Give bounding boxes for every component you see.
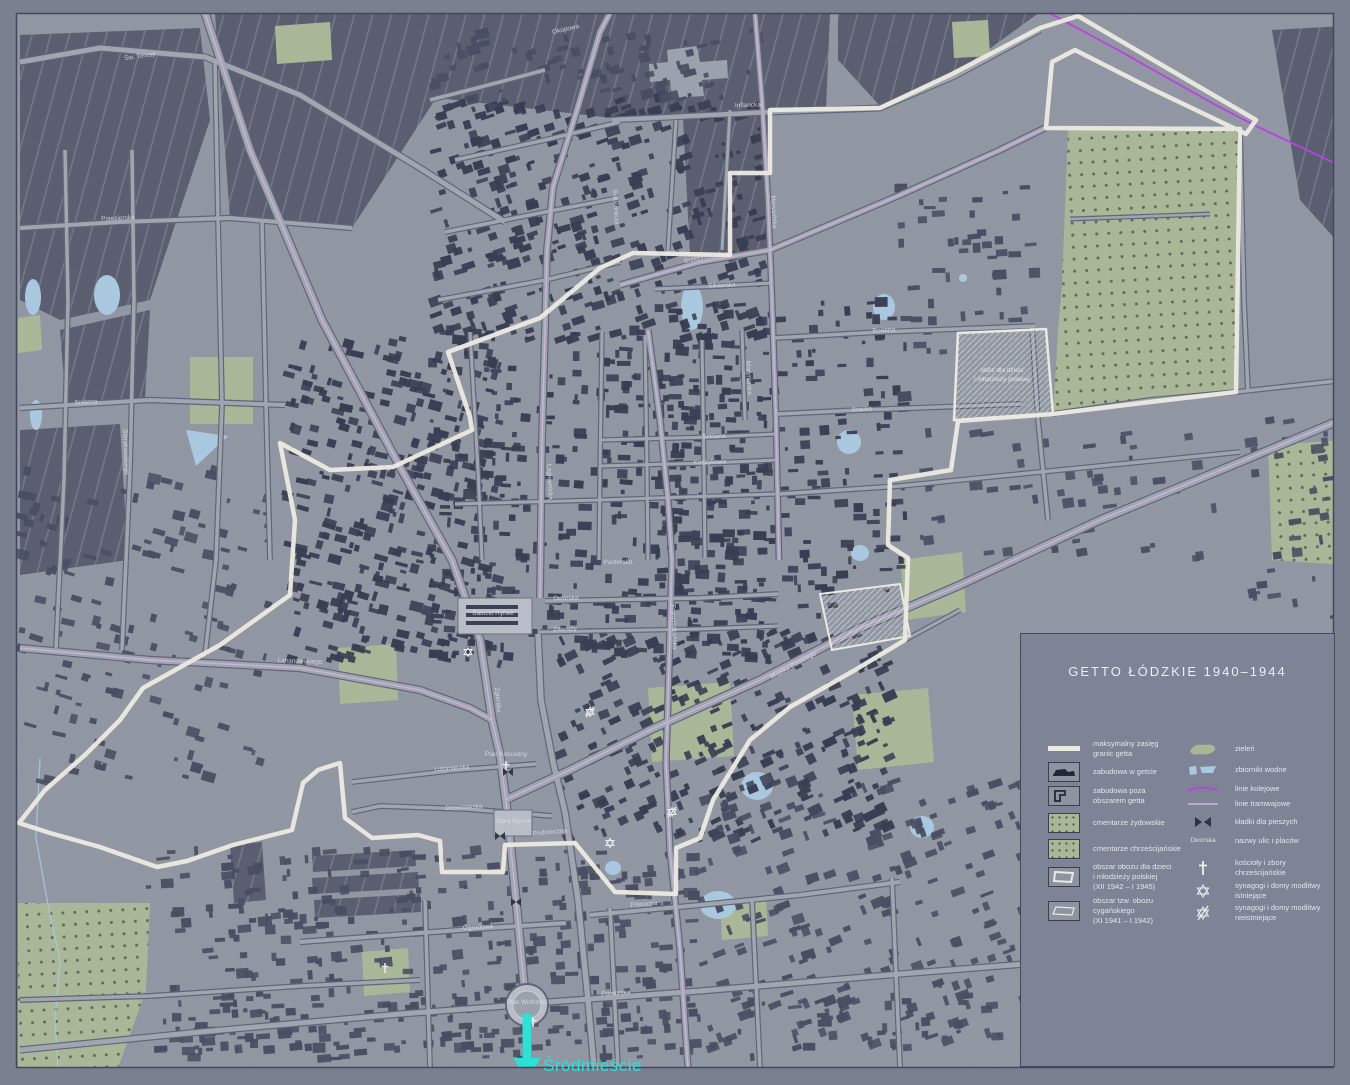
legend-item-tram: linie tramwajowe <box>1183 799 1335 809</box>
legend-label: linie tramwajowe <box>1235 799 1335 809</box>
legend-label: zieleń <box>1235 744 1335 754</box>
legend-item-railway: linie kolejowe <box>1183 784 1335 794</box>
legend-label: cmentarze żydowskie <box>1093 818 1185 828</box>
legend-label: cmentarze chrześcijańskie <box>1093 844 1185 854</box>
tram-icon <box>1183 801 1223 807</box>
footbridge-icon <box>1183 815 1223 829</box>
water-icon <box>1183 763 1223 777</box>
legend-item-outside-buildings: zabudowa poza obszarem getta <box>1047 786 1185 806</box>
legend-label: obszar tzw. obozu cygańskiego (XI 1941 –… <box>1093 896 1185 925</box>
legend-label: kładki dla pieszych <box>1235 817 1335 827</box>
legend-label: synagogi i domy modlitwy nieistniejące <box>1235 903 1335 923</box>
legend-label: zabudowa poza obszarem getta <box>1093 786 1185 806</box>
poster: obóz dla dzieci i młodzieży polskiej Św.… <box>0 0 1350 1085</box>
green-icon <box>1183 741 1223 757</box>
jewish-cemetery-icon <box>1047 813 1081 833</box>
railway-icon <box>1183 784 1223 794</box>
synagogue-former-icon <box>1183 905 1223 921</box>
legend-item-children-camp: obszar obozu dla dzieci i młodzieży pols… <box>1047 862 1185 891</box>
legend-item-ghetto-buildings: zabudowa w getcie <box>1047 762 1185 782</box>
map-title: GETTO ŁÓDZKIE 1940–1944 <box>1021 664 1334 679</box>
ghetto-buildings-icon <box>1047 762 1081 782</box>
church-cross-icon <box>1183 859 1223 877</box>
street-name-icon: Dworska <box>1183 837 1223 844</box>
legend-panel: GETTO ŁÓDZKIE 1940–1944 maksymalny zasię… <box>1020 633 1335 1067</box>
legend-item-gypsy-camp: obszar tzw. obozu cygańskiego (XI 1941 –… <box>1047 896 1185 925</box>
legend-label: kościoły i zbory chrześcijańskie <box>1235 858 1335 878</box>
legend-item-water: zbiorniki wodne <box>1183 763 1335 777</box>
legend-item-footbridge: kładki dla pieszych <box>1183 815 1335 829</box>
legend-item-jewish-cemetery: cmentarze żydowskie <box>1047 813 1185 833</box>
legend-item-boundary-line: maksymalny zasięg granic getta <box>1047 739 1185 759</box>
legend-item-church-cross: kościoły i zbory chrześcijańskie <box>1183 858 1335 878</box>
christian-cemetery-icon <box>1047 839 1081 859</box>
legend-item-synagogue-existing: synagogi i domy modlitwy istniejące <box>1183 881 1335 901</box>
boundary-line-icon <box>1047 746 1081 751</box>
legend-item-synagogue-former: synagogi i domy modlitwy nieistniejące <box>1183 903 1335 923</box>
legend-item-street-name: Dworska nazwy ulic i placów <box>1183 836 1335 846</box>
legend-label: zbiorniki wodne <box>1235 765 1335 775</box>
legend-item-green: zieleń <box>1183 741 1335 757</box>
legend-label: maksymalny zasięg granic getta <box>1093 739 1185 759</box>
outside-buildings-icon <box>1047 786 1081 806</box>
legend-item-christian-cemetery: cmentarze chrześcijańskie <box>1047 839 1185 859</box>
synagogue-existing-icon <box>1183 883 1223 899</box>
legend-label: linie kolejowe <box>1235 784 1335 794</box>
legend-label: synagogi i domy modlitwy istniejące <box>1235 881 1335 901</box>
gypsy-camp-icon <box>1047 901 1081 921</box>
children-camp-icon <box>1047 867 1081 887</box>
legend-label: obszar obozu dla dzieci i młodzieży pols… <box>1093 862 1185 891</box>
legend-label: nazwy ulic i placów <box>1235 836 1335 846</box>
srodmiescie-label: Śródmieście <box>543 1056 642 1076</box>
legend-label: zabudowa w getcie <box>1093 767 1185 777</box>
